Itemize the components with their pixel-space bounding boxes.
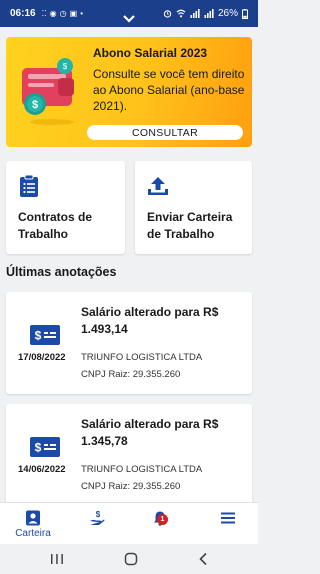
enviar-carteira-card[interactable]: Enviar Carteira de Trabalho (135, 161, 252, 254)
status-system-icons: 26% (163, 8, 248, 19)
anotacao-cnpj: CNPJ Raiz: 29.355.260 (81, 481, 181, 492)
anotacao-card[interactable]: $ 14/06/2022 Salário alterado para R$ 1.… (6, 404, 252, 506)
svg-text:$: $ (35, 329, 42, 343)
wallet-money-illustration-icon: $ $ (22, 58, 74, 125)
battery-icon (242, 8, 248, 19)
nav-notifications[interactable]: 1 (150, 503, 170, 545)
status-bar: 06:16 ⁚⁚ ◉ ◷ ▣ • 26% (0, 0, 258, 27)
status-notification-icons: ⁚⁚ ◉ ◷ ▣ • (42, 9, 83, 18)
chevron-down-icon[interactable] (122, 14, 136, 24)
nav-carteira[interactable]: Carteira (8, 503, 58, 545)
upload-icon (148, 177, 168, 195)
home-icon[interactable] (124, 552, 138, 566)
hand-money-icon: $ (90, 510, 105, 525)
anotacao-title: Salário alterado para R$ 1.345,78 (81, 417, 219, 448)
system-navigation-bar (0, 544, 258, 574)
anotacao-date: 14/06/2022 (18, 464, 66, 475)
signal-icon (204, 9, 214, 18)
messenger-icon: ◉ (49, 9, 57, 18)
clock-icon: ◷ (59, 9, 67, 18)
contratos-de-trabalho-card[interactable]: Contratos de Trabalho (6, 161, 125, 254)
money-bill-icon: $ (30, 437, 60, 457)
anotacao-card[interactable]: $ 17/08/2022 Salário alterado para R$ 1.… (6, 292, 252, 394)
anotacao-company: TRIUNFO LOGISTICA LTDA (81, 352, 203, 363)
notification-dots-icon: ⁚⁚ (41, 9, 47, 18)
ultimas-anotacoes-heading: Últimas anotações (6, 265, 117, 279)
back-icon[interactable] (198, 552, 208, 566)
money-bill-icon: $ (30, 325, 60, 345)
signal-icon (190, 9, 200, 18)
wallet-id-icon (26, 510, 40, 526)
promo-title: Abono Salarial 2023 (93, 46, 208, 60)
notification-badge: 1 (157, 514, 168, 525)
consultar-button[interactable]: CONSULTAR (87, 125, 243, 140)
svg-text:$: $ (96, 510, 101, 519)
svg-text:$: $ (63, 62, 68, 71)
battery-percent: 26% (217, 8, 238, 19)
calendar-icon: ▣ (69, 9, 78, 18)
bottom-navigation: Carteira $ 1 (0, 502, 258, 544)
nav-carteira-label: Carteira (15, 528, 51, 539)
anotacao-cnpj: CNPJ Raiz: 29.355.260 (81, 369, 181, 380)
svg-text:$: $ (35, 441, 42, 455)
recent-apps-icon[interactable] (50, 553, 64, 565)
wifi-icon (176, 9, 186, 18)
nav-money[interactable]: $ (85, 503, 109, 545)
clipboard-list-icon (20, 174, 38, 197)
status-time: 06:16 (10, 8, 36, 19)
svg-text:$: $ (32, 99, 38, 111)
anotacao-date: 17/08/2022 (18, 352, 66, 363)
anotacao-title: Salário alterado para R$ 1.493,14 (81, 305, 219, 336)
hamburger-menu-icon (221, 512, 235, 524)
promo-description: Consulte se você tem direito ao Abono Sa… (93, 67, 245, 113)
contratos-de-trabalho-label: Contratos de Trabalho (18, 210, 93, 241)
more-dot-icon: • (80, 9, 84, 18)
nav-menu[interactable] (218, 503, 238, 545)
alarm-icon (163, 10, 172, 18)
enviar-carteira-label: Enviar Carteira de Trabalho (147, 210, 233, 241)
anotacao-company: TRIUNFO LOGISTICA LTDA (81, 464, 203, 475)
